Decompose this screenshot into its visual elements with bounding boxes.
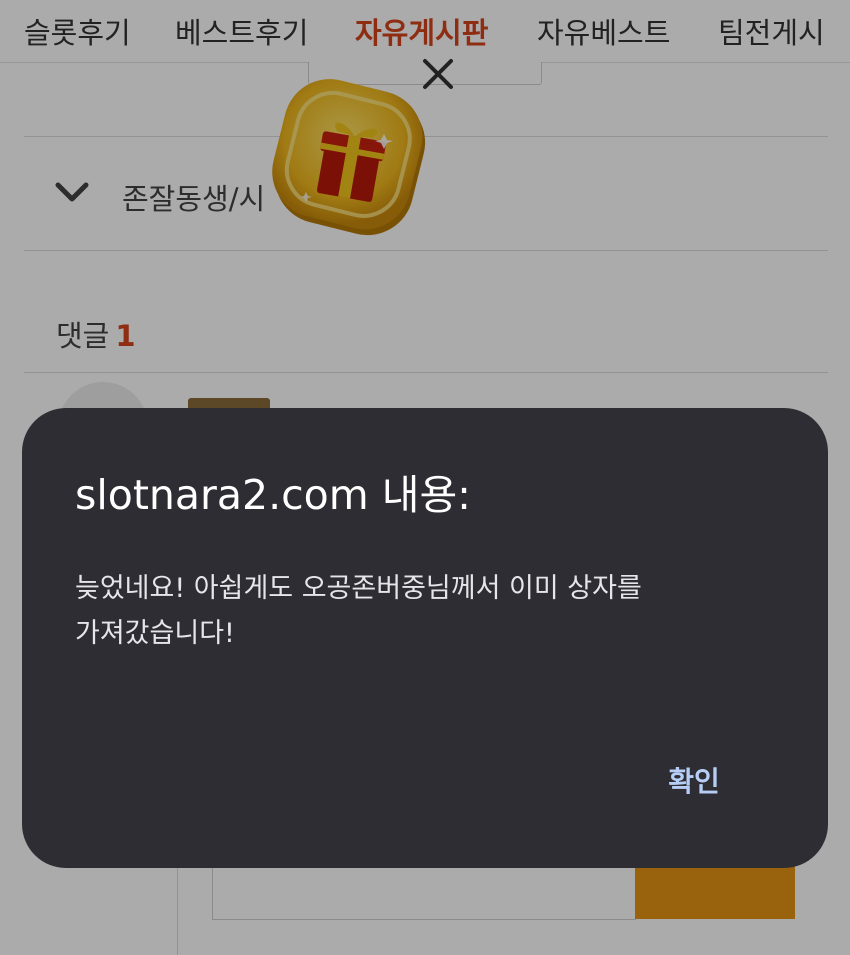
dialog-title: slotnara2.com 내용: xyxy=(75,471,471,519)
dialog-message-line: 가져갔습니다! xyxy=(75,618,235,649)
dialog-message-line: 늦었네요! 아쉽게도 오공존버중님께서 이미 상자를 xyxy=(75,573,642,604)
alert-dialog: slotnara2.com 내용: 늦었네요! 아쉽게도 오공존버중님께서 이미… xyxy=(22,408,828,868)
dialog-message: 늦었네요! 아쉽게도 오공존버중님께서 이미 상자를 가져갔습니다! xyxy=(75,566,775,656)
ok-button[interactable]: 확인 xyxy=(642,758,746,802)
